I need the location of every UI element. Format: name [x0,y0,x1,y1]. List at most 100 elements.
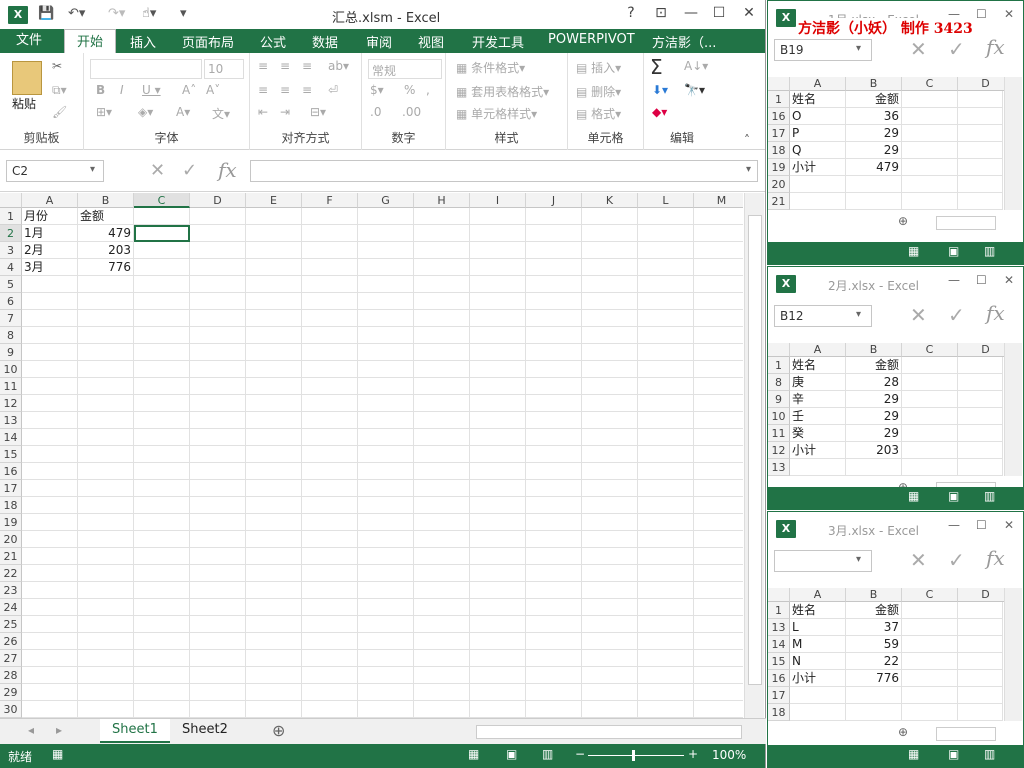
delete-cells-button[interactable]: ▤ 删除▾ [576,83,621,100]
cell-b18[interactable] [78,497,134,514]
cell-m26[interactable] [694,633,743,650]
insert-function-icon[interactable]: fx [986,35,1005,59]
row-header[interactable]: 8 [0,327,22,344]
cell-j26[interactable] [526,633,582,650]
autosum-icon[interactable]: Σ [650,55,663,79]
tab-data[interactable]: 数据 [312,32,338,51]
cell-i6[interactable] [470,293,526,310]
cell-a[interactable]: N [790,653,846,670]
cell-c[interactable] [902,357,958,374]
cell-d[interactable] [958,425,1003,442]
cell-m20[interactable] [694,531,743,548]
cell-j23[interactable] [526,582,582,599]
cell-h23[interactable] [414,582,470,599]
cell-f11[interactable] [302,378,358,395]
cell-i24[interactable] [470,599,526,616]
cell-e22[interactable] [246,565,302,582]
decrease-decimal-icon[interactable]: .00 [402,105,421,119]
cell-f16[interactable] [302,463,358,480]
cell-m27[interactable] [694,650,743,667]
cell-i19[interactable] [470,514,526,531]
cell-e8[interactable] [246,327,302,344]
cell-c12[interactable] [134,395,190,412]
cell-b11[interactable] [78,378,134,395]
row-header[interactable]: 3 [0,242,22,259]
tab-formulas[interactable]: 公式 [260,32,286,51]
cell-d26[interactable] [190,633,246,650]
cell-c11[interactable] [134,378,190,395]
formula-input[interactable] [250,160,758,182]
cell-e4[interactable] [246,259,302,276]
cell-a[interactable]: 癸 [790,425,846,442]
cell-a5[interactable] [22,276,78,293]
cell-f19[interactable] [302,514,358,531]
align-left-icon[interactable]: ≡ [258,83,268,97]
cell-h3[interactable] [414,242,470,259]
cell-l23[interactable] [638,582,694,599]
cell-k8[interactable] [582,327,638,344]
cell-c23[interactable] [134,582,190,599]
cell-f21[interactable] [302,548,358,565]
cell-e20[interactable] [246,531,302,548]
cell-h20[interactable] [414,531,470,548]
cell-d[interactable] [958,687,1003,704]
cell-b[interactable]: 金额 [846,91,902,108]
bold-icon[interactable]: B [96,83,105,97]
cell-f5[interactable] [302,276,358,293]
cell-g24[interactable] [358,599,414,616]
ribbon-display-icon[interactable]: ⊡ [650,5,672,21]
cell-g7[interactable] [358,310,414,327]
expand-formula-icon[interactable]: ▾ [746,164,751,175]
close-icon[interactable]: ✕ [1004,518,1014,532]
row-header[interactable]: 13 [768,459,790,476]
cell-k14[interactable] [582,429,638,446]
cell-a25[interactable] [22,616,78,633]
cell-g26[interactable] [358,633,414,650]
undo-icon[interactable]: ↶▾ [68,6,85,21]
maximize-icon[interactable]: ☐ [976,7,987,21]
cell-a[interactable]: Q [790,142,846,159]
column-header-c[interactable]: C [902,77,958,91]
cell-l29[interactable] [638,684,694,701]
page-layout-icon[interactable]: ▣ [506,747,517,761]
cell-d22[interactable] [190,565,246,582]
cell-l17[interactable] [638,480,694,497]
cell-i8[interactable] [470,327,526,344]
cell-a[interactable]: 小计 [790,670,846,687]
select-all-corner[interactable] [768,588,790,602]
cell-e28[interactable] [246,667,302,684]
cell-b[interactable]: 59 [846,636,902,653]
cell-f29[interactable] [302,684,358,701]
cell-k6[interactable] [582,293,638,310]
cell-c[interactable] [902,459,958,476]
page-layout-icon[interactable]: ▣ [948,244,959,258]
cell-i22[interactable] [470,565,526,582]
cell-l18[interactable] [638,497,694,514]
cell-c29[interactable] [134,684,190,701]
cell-f10[interactable] [302,361,358,378]
cell-g17[interactable] [358,480,414,497]
page-layout-icon[interactable]: ▣ [948,747,959,761]
conditional-format-button[interactable]: ▦ 条件格式▾ [456,59,525,76]
insert-function-icon[interactable]: fx [986,546,1005,570]
cell-a15[interactable] [22,446,78,463]
cell-b26[interactable] [78,633,134,650]
row-header[interactable]: 9 [768,391,790,408]
zoom-level[interactable]: 100% [712,748,746,762]
cell-j8[interactable] [526,327,582,344]
cell-h16[interactable] [414,463,470,480]
cell-c[interactable] [902,619,958,636]
format-painter-icon[interactable]: 🖌 [52,105,67,119]
cell-c[interactable] [902,176,958,193]
cell-j28[interactable] [526,667,582,684]
cell-a6[interactable] [22,293,78,310]
cell-l8[interactable] [638,327,694,344]
cell-l25[interactable] [638,616,694,633]
cell-i30[interactable] [470,701,526,718]
column-header-a[interactable]: A [790,77,846,91]
sheet-tab-2[interactable]: Sheet2 [170,719,240,743]
tab-developer[interactable]: 开发工具 [472,32,524,51]
cell-k7[interactable] [582,310,638,327]
row-header[interactable]: 1 [768,357,790,374]
column-header-f[interactable]: F [302,193,358,208]
